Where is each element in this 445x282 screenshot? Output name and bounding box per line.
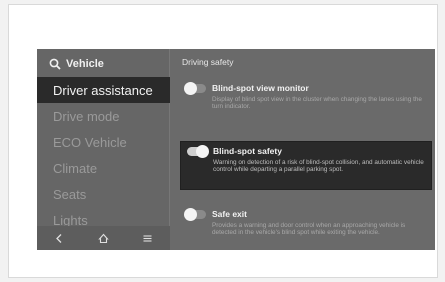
back-icon (55, 233, 62, 243)
sidebar-item-seats[interactable]: Seats (37, 181, 170, 207)
option-blind-spot-view-monitor[interactable]: Blind-spot view monitor Display of blind… (180, 79, 432, 115)
option-safe-exit[interactable]: Safe exit Provides a warning and door co… (180, 205, 432, 241)
option-description: Provides a warning and door control when… (212, 222, 406, 237)
settings-content: Driving safety Blind-spot view monitor D… (170, 49, 435, 250)
home-icon (98, 233, 109, 243)
option-description: Display of blind spot view in the cluste… (212, 96, 422, 111)
menu-icon (143, 234, 152, 242)
sidebar-item-driver-assistance[interactable]: Driver assistance (37, 77, 170, 103)
home-button[interactable] (92, 229, 114, 247)
back-button[interactable] (48, 229, 70, 247)
sidebar-item-eco-vehicle[interactable]: ECO Vehicle (37, 129, 170, 155)
option-title: Blind-spot view monitor (212, 83, 309, 93)
section-title: Driving safety (182, 57, 234, 67)
menu-button[interactable] (137, 229, 159, 247)
option-title: Safe exit (212, 209, 247, 219)
safe-exit-toggle[interactable] (184, 207, 206, 221)
option-description: Warning on detection of a risk of blind-… (213, 159, 424, 174)
sidebar: Vehicle Driver assistance Drive mode ECO… (37, 49, 170, 250)
blind-spot-view-monitor-toggle[interactable] (184, 81, 206, 95)
search-button[interactable]: Vehicle (49, 56, 104, 72)
option-title: Blind-spot safety (213, 146, 282, 156)
sidebar-item-drive-mode[interactable]: Drive mode (37, 103, 170, 129)
infotainment-screen: Vehicle Driver assistance Drive mode ECO… (37, 49, 435, 250)
bottom-nav-bar (37, 226, 170, 250)
search-label: Vehicle (66, 58, 104, 70)
search-icon (49, 58, 61, 70)
image-frame: Vehicle Driver assistance Drive mode ECO… (8, 4, 438, 278)
blind-spot-safety-toggle[interactable] (187, 144, 209, 158)
sidebar-item-climate[interactable]: Climate (37, 155, 170, 181)
option-blind-spot-safety[interactable]: Blind-spot safety Warning on detection o… (180, 141, 432, 190)
sidebar-menu: Driver assistance Drive mode ECO Vehicle… (37, 77, 170, 233)
